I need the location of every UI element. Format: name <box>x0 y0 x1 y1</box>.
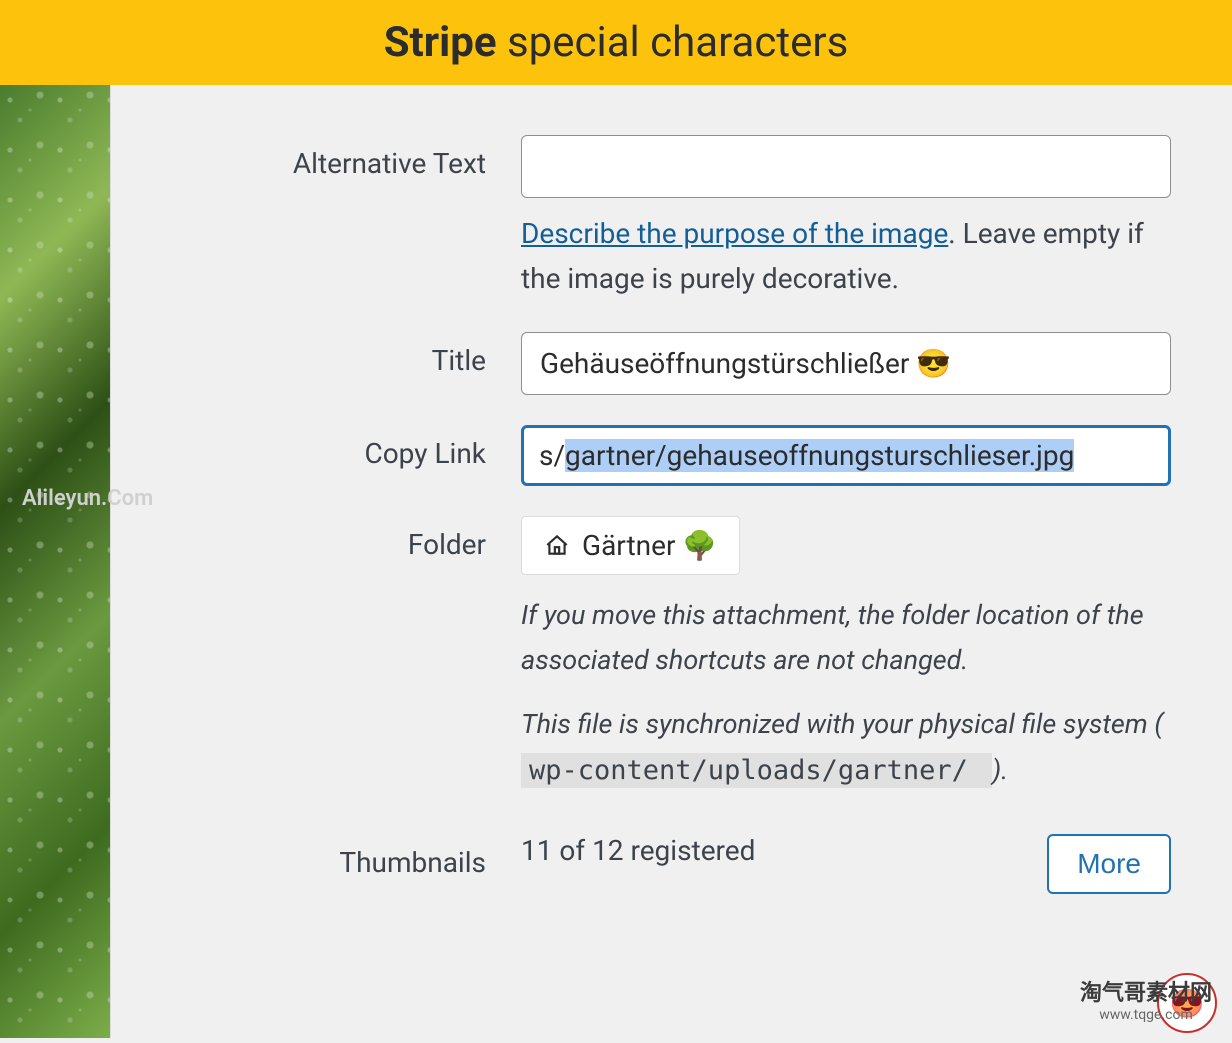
thumbnails-more-button[interactable]: More <box>1047 834 1171 894</box>
alt-text-input[interactable] <box>521 135 1171 198</box>
copy-link-row: Copy Link s/gartner/gehauseoffnungstursc… <box>151 425 1192 486</box>
title-label: Title <box>151 332 521 395</box>
folder-sync-hint: This file is synchronized with your phys… <box>521 702 1171 794</box>
copy-link-prefix: s/ <box>539 439 565 472</box>
header-banner: Stripe special characters <box>0 0 1232 85</box>
folder-label: Folder <box>151 516 521 795</box>
folder-sync-path: wp-content/uploads/gartner/ <box>521 753 992 788</box>
copy-link-input[interactable]: s/gartner/gehauseoffnungsturschlieser.jp… <box>521 425 1171 486</box>
watermark-right: 淘气哥素材网 www.tqge.com <box>1080 975 1212 1023</box>
title-row: Title <box>151 332 1192 395</box>
alt-text-row: Alternative Text Describe the purpose of… <box>151 135 1192 302</box>
alt-text-help: Describe the purpose of the image. Leave… <box>521 212 1171 302</box>
folder-move-hint: If you move this attachment, the folder … <box>521 593 1171 685</box>
folder-sync-pre: This file is synchronized with your phys… <box>521 708 1163 740</box>
watermark-left: Alileyun.Com <box>22 486 153 511</box>
thumbnails-count: 11 of 12 registered <box>521 822 755 867</box>
title-bold: Stripe <box>384 18 497 67</box>
thumbnails-label: Thumbnails <box>151 834 521 894</box>
folder-name: Gärtner 🌳 <box>582 529 717 562</box>
copy-link-selection: gartner/gehauseoffnungsturschlieser.jpg <box>565 439 1074 472</box>
title-rest: special characters <box>497 18 849 67</box>
title-input[interactable] <box>521 332 1171 395</box>
copy-link-label: Copy Link <box>151 425 521 486</box>
home-icon <box>544 532 570 558</box>
folder-row: Folder Gärtner 🌳 If you move this attach… <box>151 516 1192 795</box>
attachment-details-panel: Alternative Text Describe the purpose of… <box>110 85 1232 1038</box>
folder-select-button[interactable]: Gärtner 🌳 <box>521 516 740 575</box>
thumbnails-row: Thumbnails 11 of 12 registered More <box>151 834 1192 894</box>
alt-text-help-link[interactable]: Describe the purpose of the image <box>521 217 948 250</box>
folder-sync-post: ). <box>992 754 1008 786</box>
page-title: Stripe special characters <box>384 18 849 67</box>
alt-text-label: Alternative Text <box>151 135 521 302</box>
attachment-thumbnail-strip <box>0 85 110 1038</box>
watermark-right-url: www.tqge.com <box>1080 1007 1212 1023</box>
watermark-right-cn: 淘气哥素材网 <box>1080 975 1212 1007</box>
